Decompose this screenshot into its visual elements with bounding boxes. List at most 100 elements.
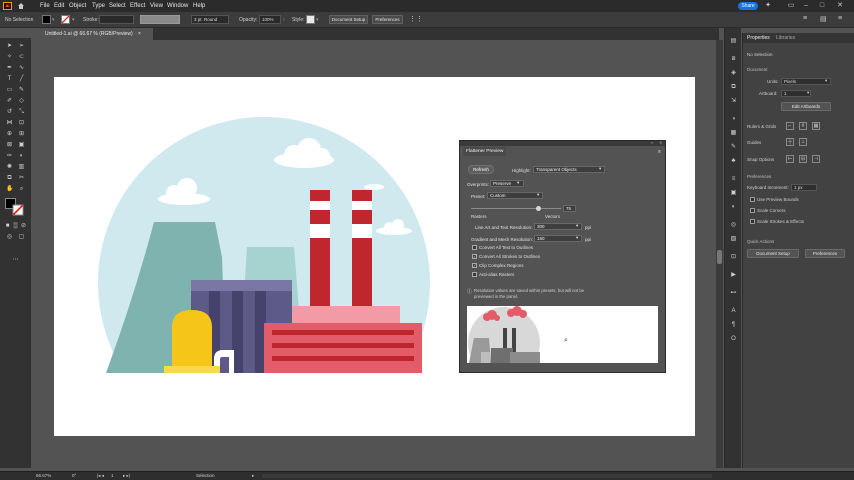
- convert-strokes-checkbox[interactable]: ✓: [472, 254, 477, 259]
- appearance-icon[interactable]: ◎: [730, 222, 737, 229]
- pen-tool-icon[interactable]: ✒: [6, 65, 13, 72]
- panel-title-bar[interactable]: « ✕: [460, 140, 665, 146]
- control-menu-icon[interactable]: ≡: [838, 15, 842, 22]
- stroke-panel-icon[interactable]: ≡: [730, 176, 737, 183]
- layers-icon[interactable]: ◈: [730, 70, 737, 77]
- close-window-icon[interactable]: ✕: [836, 2, 844, 10]
- maximize-icon[interactable]: □: [818, 2, 826, 10]
- close-tab-icon[interactable]: ×: [138, 31, 141, 37]
- graph-tool-icon[interactable]: ▥: [18, 164, 25, 171]
- direct-selection-tool-icon[interactable]: ➢: [18, 43, 25, 50]
- menu-type[interactable]: Type: [92, 2, 105, 10]
- transparency-grid-icon[interactable]: ▦: [812, 122, 820, 130]
- paintbrush-tool-icon[interactable]: ✎: [18, 87, 25, 94]
- graphic-styles-icon[interactable]: ▧: [730, 236, 737, 243]
- scale-corners-checkbox[interactable]: [750, 208, 755, 213]
- show-guides-icon[interactable]: ┼: [786, 138, 794, 146]
- character-icon[interactable]: A: [730, 308, 737, 315]
- stroke-dropdown-icon[interactable]: ▾: [72, 17, 75, 23]
- shape-builder-icon[interactable]: ⊕: [6, 131, 13, 138]
- width-tool-icon[interactable]: ⋈: [6, 120, 13, 127]
- close-panel-icon[interactable]: ✕: [659, 140, 662, 145]
- graphic-style-swatch[interactable]: [306, 15, 315, 24]
- links-icon[interactable]: ⊷: [730, 290, 737, 297]
- selection-tool-icon[interactable]: ➤: [6, 43, 13, 50]
- symbol-sprayer-icon[interactable]: ✺: [6, 164, 13, 171]
- units-dropdown-icon[interactable]: ▾: [825, 78, 827, 84]
- color-icon[interactable]: ◑: [730, 116, 737, 123]
- asset-export-icon[interactable]: ⇲: [730, 98, 737, 105]
- arrange-documents-icon[interactable]: ⋮⋮: [409, 15, 423, 23]
- lasso-tool-icon[interactable]: ⊂: [18, 54, 25, 61]
- transform-icon[interactable]: ⊡: [730, 254, 737, 261]
- artboard-nav-prev-icon[interactable]: |◂ ◂: [97, 473, 104, 479]
- perspective-grid-icon[interactable]: ⊞: [18, 131, 25, 138]
- zoom-tool-icon[interactable]: ⌕: [18, 186, 25, 193]
- panel-menu-icon[interactable]: ≡: [658, 149, 661, 155]
- draw-mode-icon[interactable]: ◎: [6, 234, 13, 241]
- tab-properties[interactable]: Properties: [747, 33, 770, 43]
- artboard-tool-icon[interactable]: ⧉: [6, 175, 13, 182]
- snap-to-glyph-icon[interactable]: ⊣: [812, 155, 820, 163]
- flattener-preview-area[interactable]: ⌕: [467, 306, 658, 363]
- horizontal-scrollbar[interactable]: [262, 474, 712, 478]
- eyedropper-tool-icon[interactable]: ✑: [6, 153, 13, 160]
- symbols-icon[interactable]: ♣: [730, 158, 737, 165]
- rectangle-tool-icon[interactable]: ▭: [6, 87, 13, 94]
- menu-select[interactable]: Select: [109, 2, 126, 10]
- fill-swatch[interactable]: [42, 15, 51, 24]
- lightbulb-icon[interactable]: ✦: [764, 2, 772, 10]
- menu-window[interactable]: Window: [167, 2, 188, 10]
- blend-tool-icon[interactable]: ◐: [18, 153, 25, 160]
- play-actions-icon[interactable]: ▶: [730, 272, 737, 279]
- opacity-arrow-icon[interactable]: ›: [283, 17, 285, 23]
- artboard-number[interactable]: 1: [111, 473, 114, 478]
- libraries-icon[interactable]: ⧈: [730, 56, 737, 63]
- panel-layout-icon[interactable]: ▤: [820, 15, 827, 23]
- edit-artboards-button[interactable]: Edit Artboards: [781, 102, 831, 111]
- raster-vector-value[interactable]: 75: [563, 205, 576, 212]
- magic-wand-icon[interactable]: ✧: [6, 54, 13, 61]
- menu-help[interactable]: Help: [193, 2, 205, 10]
- tab-libraries[interactable]: Libraries: [776, 33, 795, 43]
- free-transform-icon[interactable]: ⊡: [18, 120, 25, 127]
- gradient-mode-icon[interactable]: ▒: [12, 223, 19, 230]
- share-button[interactable]: Share: [738, 2, 758, 10]
- eraser-tool-icon[interactable]: ◇: [18, 98, 25, 105]
- line-art-resolution-field[interactable]: 300: [534, 223, 582, 230]
- raster-vector-slider-thumb[interactable]: [536, 206, 541, 211]
- artboards-icon[interactable]: ⧉: [730, 84, 737, 91]
- highlight-select[interactable]: Transparent Objects: [533, 166, 605, 173]
- scroll-thumb[interactable]: [717, 250, 722, 264]
- flattener-tab[interactable]: Flattener Preview: [463, 147, 507, 156]
- opacity-field[interactable]: 100%: [259, 15, 281, 24]
- line-art-dropdown-icon[interactable]: ▾: [576, 223, 578, 229]
- quick-preferences-button[interactable]: Preferences: [805, 249, 845, 258]
- properties-icon[interactable]: ▤: [730, 38, 737, 45]
- rotate-tool-icon[interactable]: ↺: [6, 109, 13, 116]
- gradient-tool-icon[interactable]: ▣: [18, 142, 25, 149]
- units-select[interactable]: Pixels: [781, 78, 831, 85]
- artboard-nav-next-icon[interactable]: ▸ ▸|: [123, 473, 130, 479]
- brushes-icon[interactable]: ✎: [730, 144, 737, 151]
- status-menu-icon[interactable]: ▸: [252, 473, 254, 479]
- quick-document-setup-button[interactable]: Document Setup: [747, 249, 799, 258]
- menu-file[interactable]: File: [40, 2, 50, 10]
- stroke-weight-field[interactable]: [99, 15, 134, 24]
- color-mode-icon[interactable]: ■: [4, 223, 11, 230]
- type-tool-icon[interactable]: T: [6, 76, 13, 83]
- paragraph-icon[interactable]: ¶: [730, 322, 737, 329]
- edit-toolbar-icon[interactable]: ⋯: [12, 257, 19, 264]
- arrange-icon[interactable]: ▭: [787, 2, 795, 10]
- line-tool-icon[interactable]: ╱: [18, 76, 25, 83]
- vertical-scrollbar[interactable]: [716, 40, 723, 468]
- menu-edit[interactable]: Edit: [54, 2, 64, 10]
- stroke-swatch[interactable]: [61, 15, 70, 24]
- anti-alias-checkbox[interactable]: [472, 272, 477, 277]
- opentype-icon[interactable]: O: [730, 336, 737, 343]
- overprints-dropdown-icon[interactable]: ▾: [517, 180, 519, 186]
- menu-object[interactable]: Object: [69, 2, 86, 10]
- preset-select[interactable]: Custom: [487, 192, 543, 199]
- gradient-panel-icon[interactable]: ▣: [730, 190, 737, 197]
- none-mode-icon[interactable]: ⊘: [20, 223, 27, 230]
